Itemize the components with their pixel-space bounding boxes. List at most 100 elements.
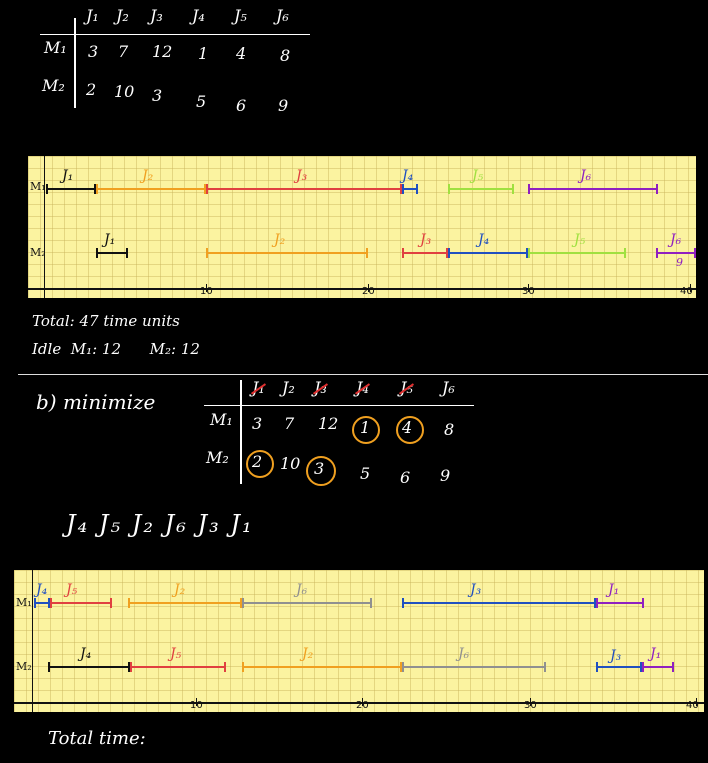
part-b-job-4: J₄ xyxy=(356,378,369,397)
gantt2-m2-bar-j4 xyxy=(48,662,130,672)
gantt1-m2-bar-j1 xyxy=(96,248,128,258)
time-m1-j5: 4 xyxy=(236,44,247,63)
gantt2-m2-bar-j6 xyxy=(402,662,546,672)
gantt1-m2-bar-j6 xyxy=(656,248,696,258)
gantt1-m2-bar-j3 xyxy=(402,248,448,258)
gantt1-ticklabel-30: 30 xyxy=(522,286,535,297)
machine-label-m1: M₁ xyxy=(44,38,67,57)
gantt1-m1-label-j5: J₅ xyxy=(472,168,484,184)
part-b-job-5: J₅ xyxy=(400,378,413,397)
part-b-m2-j5: 6 xyxy=(400,468,411,487)
job-header-6: J₆ xyxy=(276,6,289,25)
gantt-chart-initial: M₁ M₂ J₁ J₂ J₃ J₄ J₅ J₆ J₁ J₂ J₃ J₄ J₅ J… xyxy=(28,156,696,298)
optimal-sequence: J₄ J₅ J₂ J₆ J₃ J₁ xyxy=(66,510,254,538)
job-header-3: J₃ xyxy=(150,6,163,25)
part-b-m2-j2: 10 xyxy=(280,454,301,473)
part-b-job-1: J₁ xyxy=(252,378,265,397)
part-b-job-4-text: J₄ xyxy=(356,378,369,397)
time-m2-j2: 10 xyxy=(114,82,135,101)
gantt2-m1-label-j4: J₄ xyxy=(36,582,48,598)
gantt2-m1-bar-j2 xyxy=(128,598,242,608)
total-time-summary: Total: 47 time units xyxy=(32,312,180,330)
machine-label-m2: M₂ xyxy=(42,76,65,95)
gantt2-m1-label-j6: J₆ xyxy=(296,582,308,598)
gantt1-m1-bar-j1 xyxy=(46,184,96,194)
gantt1-m2-label-j3: J₃ xyxy=(420,232,432,248)
gantt2-ticklabel-10: 10 xyxy=(190,700,203,711)
part-b-m2-j4: 5 xyxy=(360,464,371,483)
gantt2-m1-label: M₁ xyxy=(16,596,32,609)
part-b-machine-m2: M₂ xyxy=(206,448,229,467)
gantt2-m1-label-j2: J₂ xyxy=(174,582,186,598)
part-b-m1-j2: 7 xyxy=(284,414,295,433)
time-m2-j1: 2 xyxy=(86,80,97,99)
gantt2-m2-bar-j3 xyxy=(596,662,642,672)
gantt2-m1-label-j3: J₃ xyxy=(470,582,482,598)
part-b-m1-j5: 4 xyxy=(402,418,413,437)
gantt1-m1-label-j6: J₆ xyxy=(580,168,592,184)
gantt2-left-rule xyxy=(32,570,33,712)
gantt1-m2-label-j2: J₂ xyxy=(274,232,286,248)
gantt2-m2-label-j4: J₄ xyxy=(80,646,92,662)
part-b-m1-j6: 8 xyxy=(444,420,455,439)
time-m2-j4: 5 xyxy=(196,92,207,111)
gantt2-ticklabel-30: 30 xyxy=(524,700,537,711)
table-vertical-rule xyxy=(74,18,76,108)
gantt1-m1-bar-j6 xyxy=(528,184,658,194)
gantt1-m2-label-j1: J₁ xyxy=(104,232,116,248)
table-horizontal-rule xyxy=(40,34,310,35)
gantt1-ticklabel-10: 10 xyxy=(200,286,213,297)
part-b-job-6: J₆ xyxy=(442,378,455,397)
time-m1-j2: 7 xyxy=(118,42,129,61)
gantt2-m1-label-j5: J₅ xyxy=(66,582,78,598)
part-b-m1-j4: 1 xyxy=(360,418,371,437)
gantt2-m1-bar-j1 xyxy=(596,598,644,608)
gantt1-m1-bar-j2 xyxy=(96,184,206,194)
time-m1-j1: 3 xyxy=(88,42,99,61)
part-b-job-3-text: J₃ xyxy=(314,378,327,397)
gantt1-m1-bar-j5 xyxy=(448,184,514,194)
gantt2-m1-bar-j6 xyxy=(242,598,372,608)
part-b-job-5-text: J₅ xyxy=(400,378,413,397)
gantt2-m2-bar-j1 xyxy=(642,662,674,672)
gantt1-m2-bar-j2 xyxy=(206,248,368,258)
part-b-m1-j3: 12 xyxy=(318,414,339,433)
gantt2-m2-label-j3: J₃ xyxy=(610,648,622,664)
job-header-5: J₅ xyxy=(234,6,247,25)
gantt2-m1-label-j1: J₁ xyxy=(608,582,620,598)
part-b-title: b) minimize xyxy=(36,390,156,414)
gantt1-m1-bar-j3 xyxy=(206,184,402,194)
gantt2-m2-bar-j2 xyxy=(242,662,402,672)
part-b-m2-j3: 3 xyxy=(314,459,325,478)
gantt2-m2-label-j1: J₁ xyxy=(650,646,662,662)
time-m1-j4: 1 xyxy=(198,44,209,63)
part-b-job-1-text: J₁ xyxy=(252,378,265,397)
gantt2-m1-bar-j4 xyxy=(34,598,50,608)
job-header-1: J₁ xyxy=(86,6,99,25)
time-m1-j3: 12 xyxy=(152,42,173,61)
gantt1-left-rule xyxy=(44,156,45,298)
gantt1-m2-bar-j4 xyxy=(448,248,528,258)
gantt1-m2-bar-j5 xyxy=(528,248,626,258)
gantt1-m1-bar-j4 xyxy=(402,184,418,194)
part-b-table-vertical-rule xyxy=(240,380,242,484)
gantt2-m1-bar-j5 xyxy=(50,598,112,608)
gantt2-m2-label-j6: J₆ xyxy=(458,646,470,662)
gantt2-m2-label-j5: J₅ xyxy=(170,646,182,662)
gantt2-m2-label-j2: J₂ xyxy=(302,646,314,662)
job-header-2: J₂ xyxy=(116,6,129,25)
gantt1-m2-label-j5: J₅ xyxy=(574,232,586,248)
gantt1-m1-label-j1: J₁ xyxy=(62,168,74,184)
gantt1-m1-label-j3: J₃ xyxy=(296,168,308,184)
job-header-4: J₄ xyxy=(192,6,205,25)
part-b-m2-j1: 2 xyxy=(252,452,263,471)
section-divider xyxy=(18,374,708,375)
gantt-chart-optimized: M₁ M₂ J₄ J₅ J₂ J₆ J₃ J₁ J₄ J₅ J₂ J₆ J₃ J… xyxy=(14,570,704,712)
part-b-m1-j1: 3 xyxy=(252,414,263,433)
part-b-machine-m1: M₁ xyxy=(210,410,233,429)
gantt1-m2-label-j4: J₄ xyxy=(478,232,490,248)
gantt2-ticklabel-20: 20 xyxy=(356,700,369,711)
part-b-job-3: J₃ xyxy=(314,378,327,397)
gantt1-ticklabel-20: 20 xyxy=(362,286,375,297)
gantt2-m2-label: M₂ xyxy=(16,660,32,673)
